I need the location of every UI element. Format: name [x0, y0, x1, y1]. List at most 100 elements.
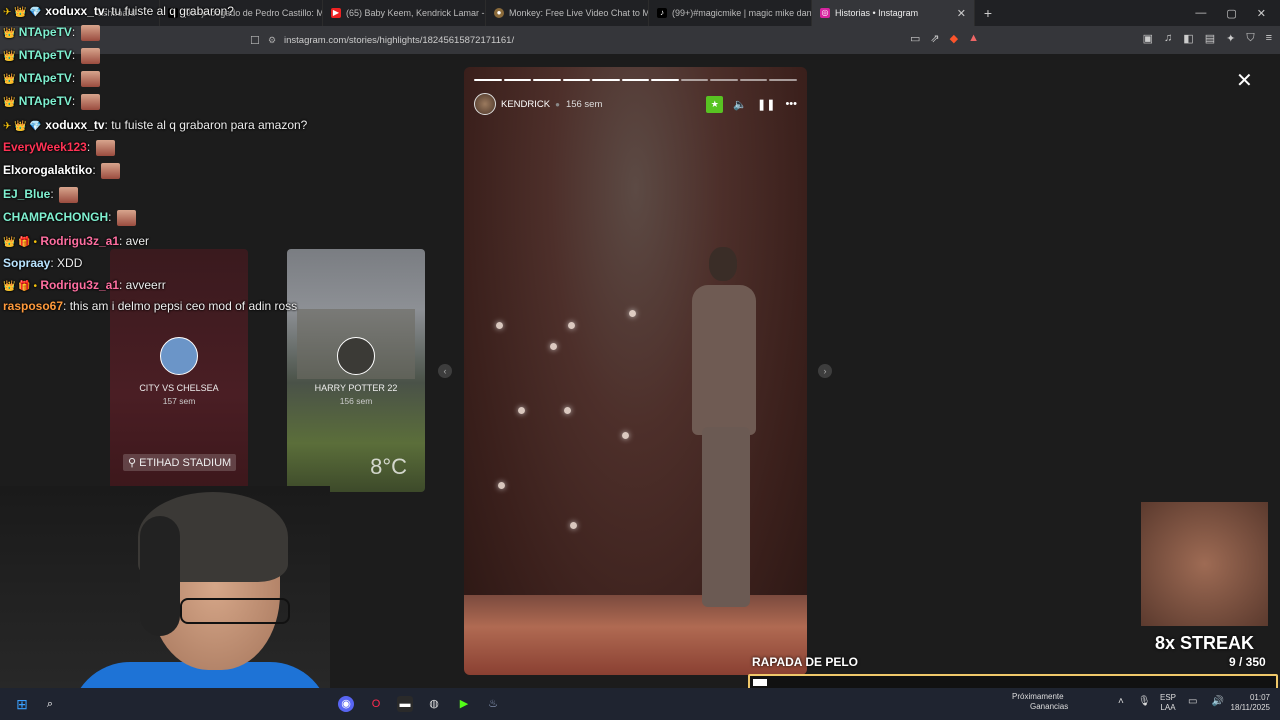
chat-username[interactable]: Elxorogalaktiko	[3, 163, 92, 177]
story-frame[interactable]: KENDRICK ● 156 sem ★ 🔈 ❚❚ •••	[464, 67, 807, 675]
chat-username[interactable]: NTApeTV	[19, 25, 72, 39]
clock[interactable]: 01:07 18/11/2025	[1226, 693, 1270, 713]
cast-icon[interactable]: ▭	[910, 32, 920, 45]
close-icon[interactable]: ✕	[1236, 68, 1253, 93]
chat-text: tu fuiste al q grabaron?	[111, 4, 234, 18]
sidebar-icon[interactable]: ◧	[1183, 32, 1193, 45]
lang-code: ESP	[1160, 693, 1177, 702]
chat-message: 👑 NTApeTV:	[3, 25, 100, 41]
highlight-title: HARRY POTTER 22	[314, 383, 398, 393]
close-window-icon[interactable]: ✕	[1257, 7, 1266, 20]
chat-username[interactable]: rasposo67	[3, 299, 63, 313]
performer	[674, 247, 774, 617]
display-icon[interactable]: ▭	[1188, 696, 1197, 707]
search-icon[interactable]: ⌕	[42, 696, 58, 712]
chat-message: Elxorogalaktiko:	[3, 163, 121, 179]
maximize-icon[interactable]: ▢	[1226, 7, 1236, 20]
leo-icon[interactable]: ✦	[1226, 32, 1235, 45]
tray-icons: ▭ 🔊	[1188, 696, 1224, 707]
weather-widget[interactable]: Próximamente Ganancias	[1012, 692, 1068, 712]
goal-progress-fill	[753, 679, 767, 686]
close-tab-icon[interactable]: ✕	[953, 7, 966, 20]
story-progress-segment	[769, 79, 798, 81]
tray-overflow-icon[interactable]: ˄	[1118, 696, 1124, 707]
story-progress-segment	[474, 79, 502, 81]
highlight-title: CITY VS CHELSEA	[139, 383, 219, 393]
tab-historias-instagram[interactable]: ◎ Historias • Instagram ✕	[812, 0, 975, 26]
chat-message: ✈ 👑 💎 xoduxx_tv: tu fuiste al q grabaron…	[3, 118, 308, 132]
chat-username[interactable]: NTApeTV	[19, 71, 72, 85]
terminal-icon[interactable]: ▬	[397, 696, 413, 712]
chat-emote-icon	[116, 210, 136, 226]
chat-username[interactable]: NTApeTV	[19, 94, 72, 108]
chat-message: 👑 NTApeTV:	[3, 94, 100, 110]
story-progress-segment	[503, 79, 532, 81]
story-header: KENDRICK ● 156 sem ★ 🔈 ❚❚ •••	[474, 91, 797, 117]
brave-shield-icon[interactable]: ◆	[950, 32, 958, 45]
rewards-icon[interactable]: ▲	[968, 32, 979, 45]
share-icon[interactable]: ⇗	[930, 32, 939, 45]
chat-username[interactable]: NTApeTV	[19, 48, 72, 62]
lang-layout: LAA	[1160, 703, 1176, 712]
instagram-icon: ◎	[820, 8, 830, 18]
address-actions: ▭ ⇗ ◆ ▲	[910, 32, 979, 45]
tab-monkey[interactable]: ● Monkey: Free Live Video Chat to Me	[486, 0, 649, 26]
chat-username[interactable]: Rodrigu3z_a1	[40, 278, 119, 292]
screen: ashboard ♪ (99+)Abogado de Pedro Castill…	[0, 0, 1280, 720]
next-story-arrow-icon[interactable]: ›	[818, 364, 832, 378]
chat-username[interactable]: CHAMPACHONGH	[3, 210, 108, 224]
new-tab-button[interactable]: +	[975, 5, 1001, 21]
chat-username[interactable]: xoduxx_tv	[45, 4, 104, 18]
stage-light	[570, 522, 577, 529]
discord-icon[interactable]: ◉	[338, 696, 354, 712]
more-options-icon[interactable]: •••	[785, 98, 797, 110]
chat-badges: ✈ 👑 💎	[3, 7, 42, 18]
chat-message: CHAMPACHONGH:	[3, 210, 136, 226]
chat-emote-icon	[80, 94, 100, 110]
story-progress-segment	[710, 79, 738, 81]
stage-light	[568, 322, 575, 329]
chat-username[interactable]: EveryWeek123	[3, 140, 87, 154]
language-indicator[interactable]: ESP LAA	[1160, 693, 1176, 713]
volume-icon[interactable]: 🔈	[733, 98, 747, 111]
reader-icon[interactable]: ▣	[1143, 32, 1153, 45]
chat-badges: 👑 🎁 •	[3, 237, 37, 248]
chat-text: avveerr	[125, 278, 166, 292]
chat-badges: 👑 🎁 •	[3, 281, 37, 292]
media-icon[interactable]: ♫	[1164, 32, 1172, 45]
wallet-icon[interactable]: ▤	[1205, 32, 1215, 45]
chat-emote-icon	[80, 71, 100, 87]
tab-magicmike[interactable]: ♪ (99+)#magicmike | magic mike danc	[649, 0, 812, 26]
microphone-icon[interactable]: 🎙	[1138, 696, 1151, 707]
prev-story-arrow-icon[interactable]: ‹	[438, 364, 452, 378]
chat-username[interactable]: Rodrigu3z_a1	[40, 234, 119, 248]
pause-icon[interactable]: ❚❚	[757, 98, 775, 111]
vpn-icon[interactable]: ⛉	[1246, 32, 1254, 45]
chat-message: Sopraay: XDD	[3, 256, 83, 270]
chat-message: 👑 🎁 • Rodrigu3z_a1: aver	[3, 234, 150, 248]
story-progress-segment	[621, 79, 650, 81]
verified-icon: ●	[555, 99, 560, 109]
tab-label: (99+)#magicmike | magic mike danc	[672, 8, 812, 18]
stage-light	[496, 322, 503, 329]
menu-icon[interactable]: ≡	[1266, 32, 1272, 45]
opera-icon[interactable]: O	[368, 696, 384, 712]
steam-icon[interactable]: ♨	[485, 696, 501, 712]
kick-icon[interactable]: ▶	[456, 696, 472, 712]
obs-icon[interactable]: ◍	[426, 696, 442, 712]
speaker-icon[interactable]: 🔊	[1211, 696, 1223, 707]
chat-username[interactable]: xoduxx_tv	[45, 118, 104, 132]
story-avatar[interactable]	[474, 93, 496, 115]
goal-label: RAPADA DE PELO	[752, 655, 859, 669]
story-username[interactable]: KENDRICK	[501, 99, 550, 110]
stage-light	[498, 482, 505, 489]
weather-line1: Próximamente	[1012, 692, 1064, 701]
chat-emote-icon	[95, 140, 115, 156]
chat-username[interactable]: Sopraay	[3, 256, 50, 270]
minimize-icon[interactable]: —	[1195, 7, 1206, 20]
windows-start-icon[interactable]: ⊞	[14, 696, 30, 712]
chat-text: XDD	[57, 256, 83, 270]
chat-message: 👑 🎁 • Rodrigu3z_a1: avveerr	[3, 278, 166, 292]
chat-username[interactable]: EJ_Blue	[3, 187, 50, 201]
location-pin-icon: ⚲	[128, 457, 137, 469]
